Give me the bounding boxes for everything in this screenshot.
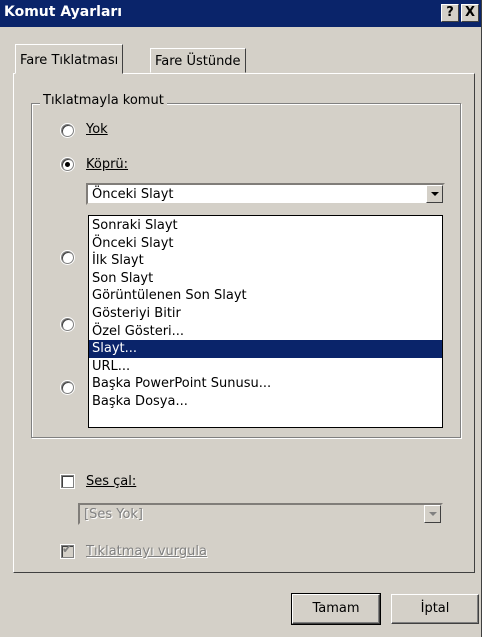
chevron-down-icon[interactable] [426,185,443,203]
window-title: Komut Ayarları [4,4,123,20]
radio-run-program[interactable] [61,251,74,264]
radio-hyperlink[interactable] [61,158,74,171]
group-legend: Tıklatmayla komut [40,93,167,108]
sound-select-value: [Ses Yok] [84,507,143,522]
checkmark-icon: ✔ [62,542,73,556]
radio-hyperlink-label[interactable]: Köprü: [86,157,128,172]
dropdown-item-other-presentation[interactable]: Başka PowerPoint Sunusu... [89,375,442,393]
dropdown-item-next-slide[interactable]: Sonraki Slayt [89,217,442,235]
play-sound-label[interactable]: Ses çal: [86,474,136,489]
help-button[interactable]: ? [441,4,459,22]
dropdown-item-other-file[interactable]: Başka Dosya... [89,393,442,411]
tab-mouse-over[interactable]: Fare Üstünde [150,48,246,73]
dropdown-item-url[interactable]: URL... [89,358,442,376]
dropdown-item-last-viewed-slide[interactable]: Görüntülenen Son Slayt [89,287,442,305]
hyperlink-select-value: Önceki Slayt [92,187,174,202]
cancel-button[interactable]: İptal [391,594,479,624]
play-sound-checkbox[interactable] [61,475,74,488]
radio-none-label[interactable]: Yok [86,122,108,137]
dropdown-item-custom-show[interactable]: Özel Gösteri... [89,323,442,341]
dropdown-item-first-slide[interactable]: İlk Slayt [89,252,442,270]
radio-object-action[interactable] [61,381,74,394]
dropdown-item-previous-slide[interactable]: Önceki Slayt [89,235,442,253]
hyperlink-select[interactable]: Önceki Slayt [86,183,445,205]
title-bar[interactable]: Komut Ayarları ? X [0,0,481,27]
highlight-click-checkbox[interactable]: ✔ [61,542,74,558]
dropdown-item-end-show[interactable]: Gösteriyi Bitir [89,305,442,323]
close-button[interactable]: X [461,4,479,22]
dropdown-item-slide[interactable]: Slayt... [89,340,442,358]
radio-run-macro[interactable] [61,318,74,331]
sound-select[interactable]: [Ses Yok] [78,503,443,525]
radio-none[interactable] [61,124,74,137]
dropdown-item-last-slide[interactable]: Son Slayt [89,270,442,288]
tab-mouse-click[interactable]: Fare Tıklatması [15,44,124,74]
ok-button[interactable]: Tamam [291,593,381,625]
dialog-window: Komut Ayarları ? X Fare Tıklatması Fare … [0,0,482,637]
chevron-down-icon[interactable] [424,505,441,523]
hyperlink-dropdown-list[interactable]: Sonraki Slayt Önceki Slayt İlk Slayt Son… [88,215,443,428]
highlight-click-label[interactable]: Tıklatmayı vurgula [86,544,207,559]
